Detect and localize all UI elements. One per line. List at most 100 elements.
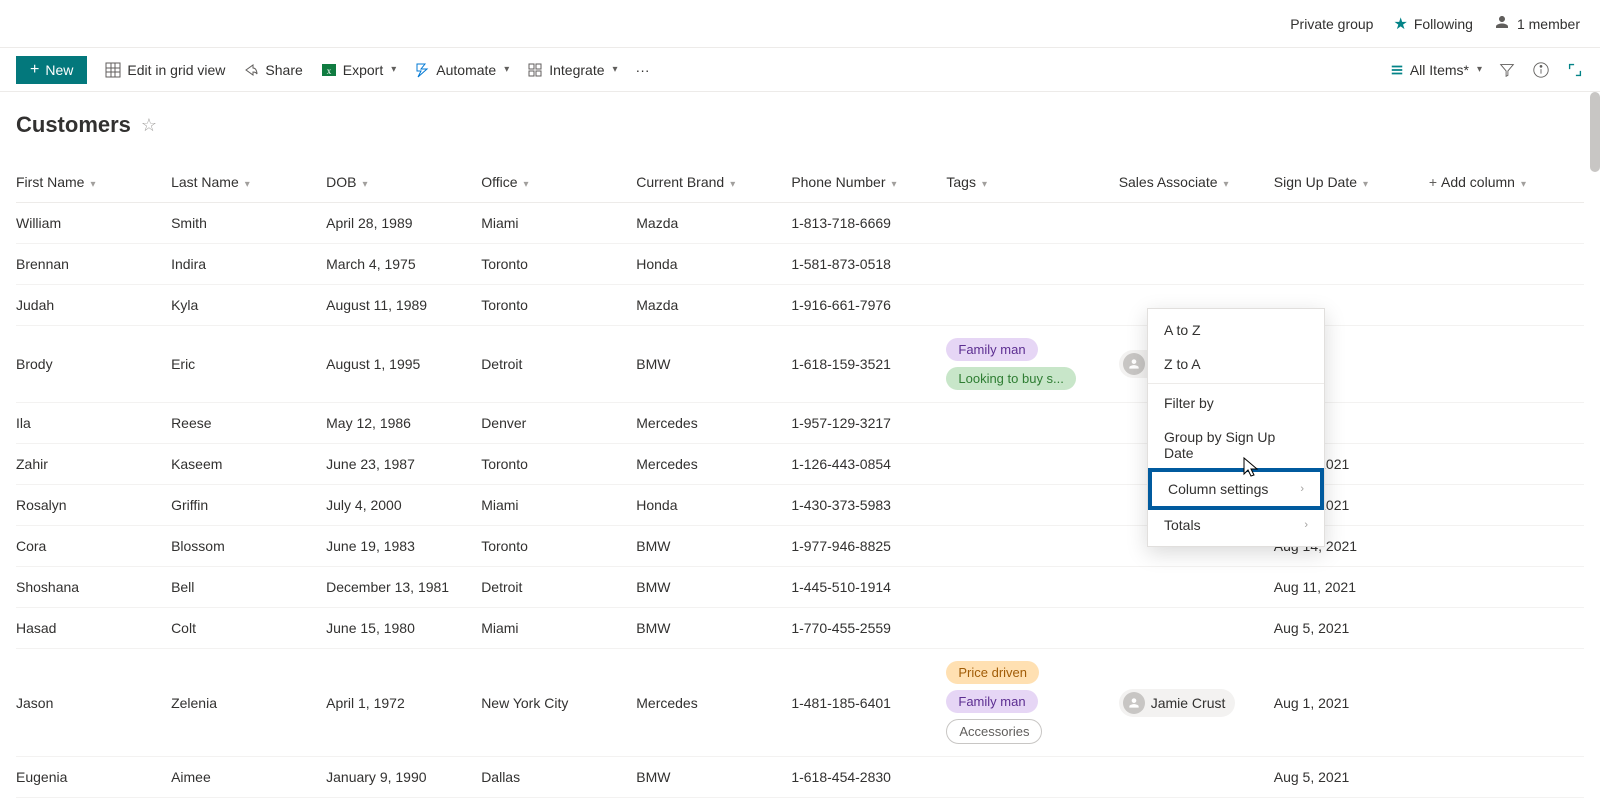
cell-phone: 1-445-510-1914 — [791, 567, 946, 608]
col-first-name[interactable]: First Name▾ — [16, 166, 171, 203]
info-button[interactable] — [1532, 61, 1550, 79]
col-dob[interactable]: DOB▾ — [326, 166, 481, 203]
filter-button[interactable] — [1498, 61, 1516, 79]
menu-group-by[interactable]: Group by Sign Up Date — [1148, 420, 1324, 470]
add-column-button[interactable]: +Add column▾ — [1429, 166, 1584, 203]
avatar — [1123, 692, 1145, 714]
col-sign-up-date[interactable]: Sign Up Date▾ — [1274, 166, 1429, 203]
favorite-star-icon[interactable]: ☆ — [141, 115, 157, 136]
table-row[interactable]: IlaReeseMay 12, 1986DenverMercedes1-957-… — [16, 403, 1584, 444]
cell-empty — [1429, 485, 1584, 526]
cell-last-name: Bell — [171, 567, 326, 608]
cell-office: Detroit — [481, 567, 636, 608]
cell-current-brand: Honda — [636, 485, 791, 526]
col-current-brand-label: Current Brand — [636, 174, 724, 190]
cell-empty — [1429, 403, 1584, 444]
col-office[interactable]: Office▾ — [481, 166, 636, 203]
export-button[interactable]: x Export ▾ — [321, 62, 397, 78]
cell-phone: 1-813-718-6669 — [791, 203, 946, 244]
menu-separator — [1148, 383, 1324, 384]
view-selector[interactable]: All Items* ▾ — [1390, 62, 1482, 78]
cell-first-name: Ila — [16, 403, 171, 444]
cell-office: Toronto — [481, 444, 636, 485]
cell-current-brand: Mercedes — [636, 649, 791, 757]
avatar — [1123, 353, 1145, 375]
cell-phone: 1-581-873-0518 — [791, 244, 946, 285]
menu-filter-by[interactable]: Filter by — [1148, 386, 1324, 420]
cell-phone: 1-977-946-8825 — [791, 526, 946, 567]
view-name: All Items* — [1410, 62, 1469, 78]
person-icon — [1493, 13, 1511, 34]
table-row[interactable]: JudahKylaAugust 11, 1989TorontoMazda1-91… — [16, 285, 1584, 326]
cell-tags — [946, 608, 1118, 649]
table-row[interactable]: BrennanIndiraMarch 4, 1975TorontoHonda1-… — [16, 244, 1584, 285]
filter-icon — [1498, 61, 1516, 79]
cell-tags: Family manLooking to buy s... — [946, 326, 1118, 403]
cell-dob: March 4, 1975 — [326, 244, 481, 285]
cell-first-name: Brody — [16, 326, 171, 403]
table-row[interactable]: BrodyEricAugust 1, 1995DetroitBMW1-618-1… — [16, 326, 1584, 403]
items-table: First Name▾ Last Name▾ DOB▾ Office▾ Curr… — [16, 166, 1584, 798]
cell-first-name: Eugenia — [16, 757, 171, 798]
cell-last-name: Colt — [171, 608, 326, 649]
chevron-down-icon: ▾ — [891, 179, 896, 190]
cell-phone: 1-618-454-2830 — [791, 757, 946, 798]
cell-office: Toronto — [481, 285, 636, 326]
col-phone[interactable]: Phone Number ▾ — [791, 166, 946, 203]
menu-sort-z-to-a[interactable]: Z to A — [1148, 347, 1324, 381]
menu-totals[interactable]: Totals › — [1148, 508, 1324, 542]
col-phone-label: Phone Number — [791, 174, 885, 190]
following-toggle[interactable]: ★ Following — [1393, 14, 1472, 34]
edit-grid-button[interactable]: Edit in grid view — [105, 62, 225, 78]
table-row[interactable]: RosalynGriffinJuly 4, 2000MiamiHonda1-43… — [16, 485, 1584, 526]
cell-sign-up-date: Aug 1, 2021 — [1274, 649, 1429, 757]
chevron-down-icon: ▾ — [982, 179, 987, 190]
chevron-down-icon: ▾ — [90, 179, 95, 190]
table-row[interactable]: JasonZeleniaApril 1, 1972New York CityMe… — [16, 649, 1584, 757]
column-header-menu: A to Z Z to A Filter by Group by Sign Up… — [1147, 308, 1325, 547]
chevron-down-icon: ▾ — [1363, 179, 1368, 190]
cell-current-brand: BMW — [636, 608, 791, 649]
cell-sales-associate: Jamie Crust — [1119, 649, 1274, 757]
cell-tags — [946, 203, 1118, 244]
col-current-brand[interactable]: Current Brand▾ — [636, 166, 791, 203]
col-sales-associate[interactable]: Sales Associate▾ — [1119, 166, 1274, 203]
cell-sign-up-date: Aug 5, 2021 — [1274, 757, 1429, 798]
chevron-down-icon: ▾ — [245, 179, 250, 190]
list-lines-icon — [1390, 63, 1404, 77]
scrollbar-thumb[interactable] — [1590, 92, 1600, 172]
table-row[interactable]: HasadColtJune 15, 1980MiamiBMW1-770-455-… — [16, 608, 1584, 649]
cell-tags — [946, 757, 1118, 798]
cell-office: Miami — [481, 203, 636, 244]
table-row[interactable]: CoraBlossomJune 19, 1983TorontoBMW1-977-… — [16, 526, 1584, 567]
col-last-name[interactable]: Last Name▾ — [171, 166, 326, 203]
cell-phone: 1-957-129-3217 — [791, 403, 946, 444]
col-tags[interactable]: Tags▾ — [946, 166, 1118, 203]
integrate-button[interactable]: Integrate ▾ — [527, 62, 617, 78]
cell-dob: April 28, 1989 — [326, 203, 481, 244]
menu-label: Totals — [1164, 517, 1201, 533]
expand-button[interactable] — [1566, 61, 1584, 79]
table-row[interactable]: ZahirKaseemJune 23, 1987TorontoMercedes1… — [16, 444, 1584, 485]
menu-label: Column settings — [1168, 481, 1268, 497]
menu-column-settings[interactable]: Column settings › — [1148, 468, 1324, 510]
site-header-banner: Private group ★ Following 1 member — [0, 0, 1600, 48]
automate-button[interactable]: Automate ▾ — [414, 62, 509, 78]
person-chip[interactable]: Jamie Crust — [1119, 689, 1236, 717]
cell-sales-associate — [1119, 567, 1274, 608]
cell-tags — [946, 526, 1118, 567]
share-button[interactable]: Share — [243, 62, 302, 78]
table-row[interactable]: EugeniaAimeeJanuary 9, 1990DallasBMW1-61… — [16, 757, 1584, 798]
table-row[interactable]: ShoshanaBellDecember 13, 1981DetroitBMW1… — [16, 567, 1584, 608]
more-commands-button[interactable]: ··· — [636, 62, 650, 78]
cell-tags — [946, 567, 1118, 608]
cell-phone: 1-916-661-7976 — [791, 285, 946, 326]
table-row[interactable]: WilliamSmithApril 28, 1989MiamiMazda1-81… — [16, 203, 1584, 244]
chevron-down-icon: ▾ — [613, 64, 618, 75]
cell-tags — [946, 403, 1118, 444]
members-link[interactable]: 1 member — [1493, 13, 1580, 34]
menu-sort-a-to-z[interactable]: A to Z — [1148, 313, 1324, 347]
cell-dob: June 15, 1980 — [326, 608, 481, 649]
cell-first-name: Brennan — [16, 244, 171, 285]
new-button[interactable]: + New — [16, 56, 87, 84]
